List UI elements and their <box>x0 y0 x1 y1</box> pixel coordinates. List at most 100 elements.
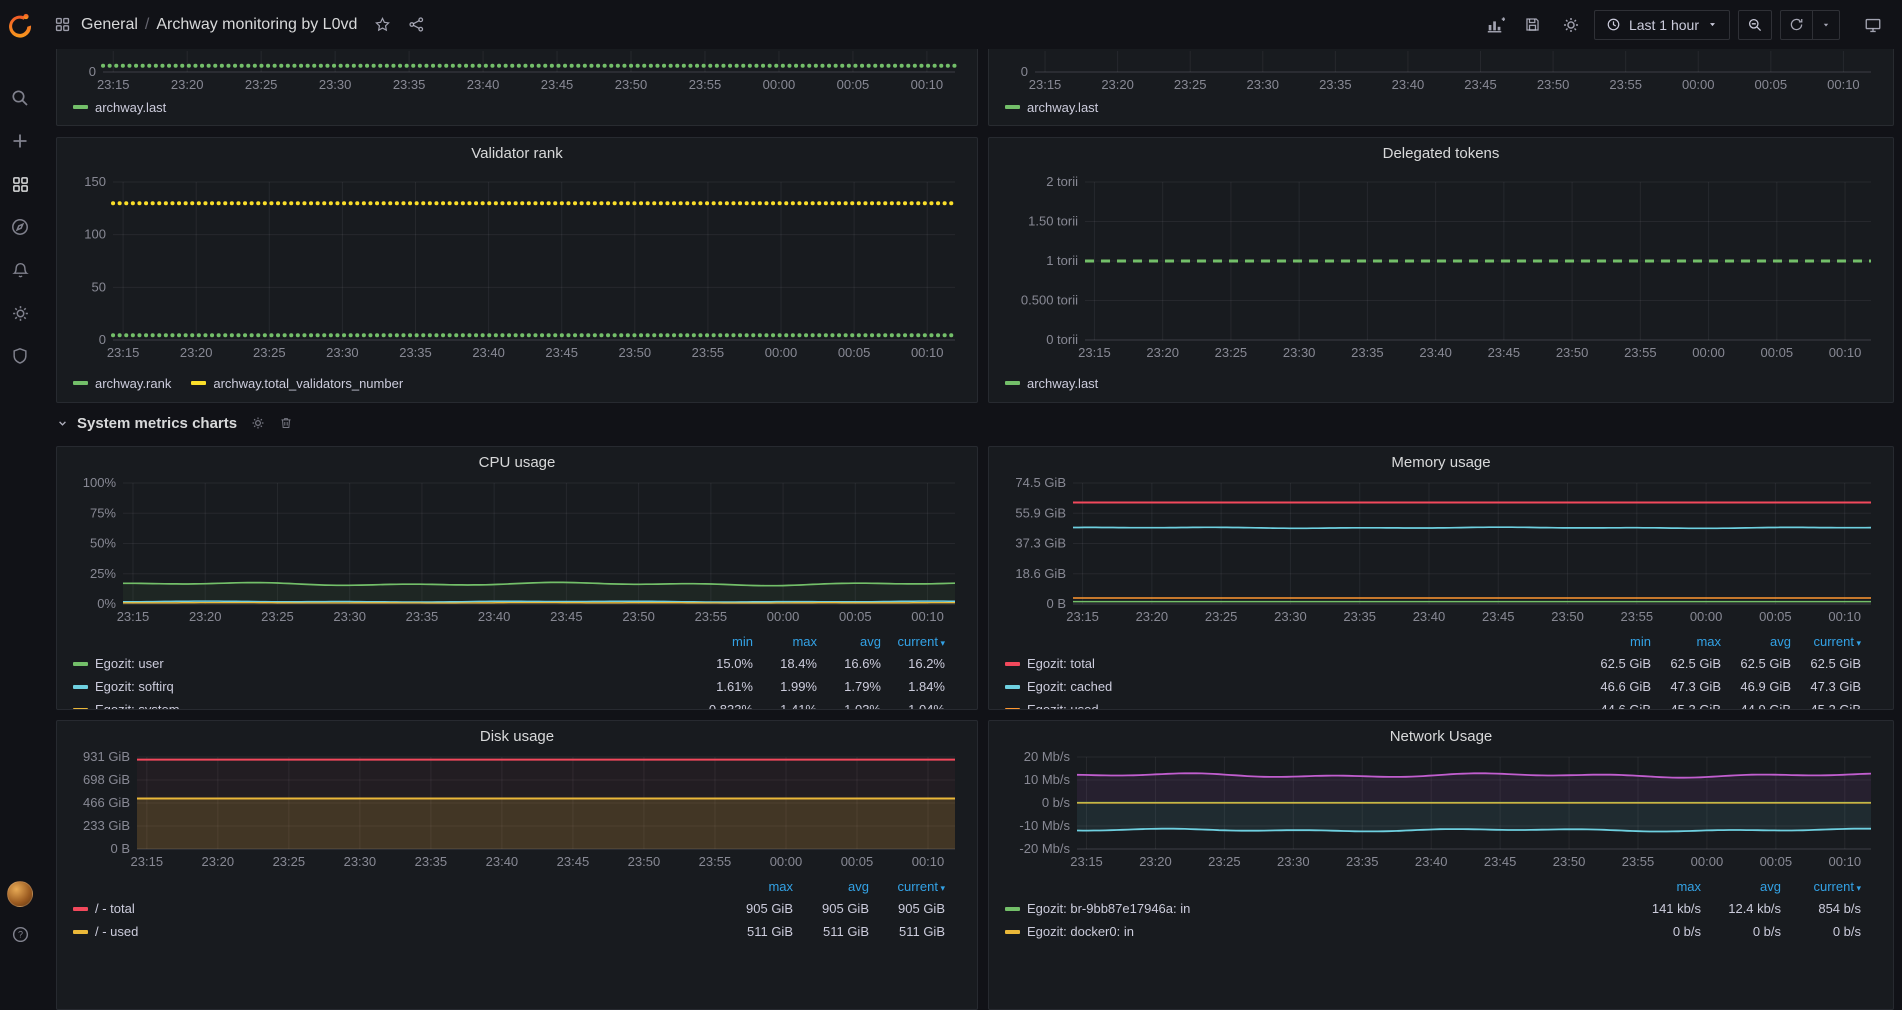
zoom-out-button[interactable] <box>1738 10 1772 40</box>
legend-value: 47.3 GiB <box>1791 679 1861 694</box>
svg-text:?: ? <box>17 929 22 939</box>
legend-value: 47.3 GiB <box>1651 679 1721 694</box>
legend-label[interactable]: Egozit: used <box>1027 702 1099 709</box>
chart-plot[interactable]: -20 Mb/s-10 Mb/s0 b/s10 Mb/s20 Mb/s23:15… <box>1001 749 1881 871</box>
legend-swatch <box>73 662 88 666</box>
legend-value: 46.6 GiB <box>1581 679 1651 694</box>
panel-title[interactable]: Network Usage <box>1001 725 1881 749</box>
chart-plot[interactable]: 0 B18.6 GiB37.3 GiB55.9 GiB74.5 GiB23:15… <box>1001 475 1881 626</box>
legend-label[interactable]: Egozit: cached <box>1027 679 1112 694</box>
refresh-icon[interactable] <box>1781 11 1812 39</box>
legend-label[interactable]: / - total <box>95 901 135 916</box>
legend-col-avg[interactable]: avg <box>1701 879 1781 894</box>
chart-plot[interactable]: 05010015023:1523:2023:2523:3023:3523:402… <box>69 166 965 362</box>
legend-swatch <box>73 907 88 911</box>
legend-col-current[interactable]: current ▾ <box>869 879 945 894</box>
dashboard-settings-gear-icon[interactable] <box>1556 10 1586 40</box>
alerting-bell-icon[interactable] <box>0 250 40 290</box>
grafana-logo[interactable] <box>0 4 40 44</box>
legend-label[interactable]: / - used <box>95 924 138 939</box>
configuration-gear-icon[interactable] <box>0 293 40 333</box>
legend-col-avg[interactable]: avg <box>793 879 869 894</box>
legend-label[interactable]: archway.total_validators_number <box>213 376 403 391</box>
legend-swatch <box>73 105 88 109</box>
refresh-interval-caret-icon[interactable] <box>1812 11 1839 39</box>
legend-item[interactable]: archway.last <box>1005 100 1098 115</box>
breadcrumb-dashboard-title[interactable]: Archway monitoring by L0vd <box>156 16 357 34</box>
legend-col-current[interactable]: current ▾ <box>1791 634 1861 649</box>
save-dashboard-icon[interactable] <box>1518 10 1548 40</box>
time-range-picker[interactable]: Last 1 hour <box>1594 10 1730 40</box>
panel-title[interactable]: Delegated tokens <box>1001 142 1881 166</box>
svg-text:23:20: 23:20 <box>1146 345 1179 360</box>
legend-col-max[interactable]: max <box>753 634 817 649</box>
legend-label[interactable]: Egozit: softirq <box>95 679 174 694</box>
legend-item[interactable]: archway.last <box>73 100 166 115</box>
chart-plot[interactable]: 023:1523:2023:2523:3023:3523:4023:4523:5… <box>69 49 965 94</box>
legend-label[interactable]: archway.rank <box>95 376 171 391</box>
svg-text:23:35: 23:35 <box>1343 609 1376 624</box>
legend-item[interactable]: archway.rank <box>73 376 171 391</box>
legend-label[interactable]: Egozit: br-9bb87e17946a: in <box>1027 901 1190 916</box>
legend-col-avg[interactable]: avg <box>817 634 881 649</box>
legend-col-current[interactable]: current ▾ <box>881 634 945 649</box>
legend-col-min[interactable]: min <box>1581 634 1651 649</box>
svg-text:23:30: 23:30 <box>333 609 366 624</box>
panel-title[interactable]: CPU usage <box>69 451 965 475</box>
svg-text:23:40: 23:40 <box>1419 345 1452 360</box>
legend-value: 1.84% <box>881 679 945 694</box>
row-system-metrics[interactable]: System metrics charts <box>56 410 293 436</box>
breadcrumb-section[interactable]: General <box>81 16 138 34</box>
chart-plot[interactable]: 0 torii0.500 torii1 torii1.50 torii2 tor… <box>1001 166 1881 362</box>
admin-shield-icon[interactable] <box>0 336 40 376</box>
legend-label[interactable]: Egozit: system <box>95 702 180 709</box>
svg-text:75%: 75% <box>90 505 116 520</box>
legend-header: maxavgcurrent ▾ <box>69 875 945 897</box>
legend-col-avg[interactable]: avg <box>1721 634 1791 649</box>
cycle-view-monitor-icon[interactable] <box>1858 10 1888 40</box>
legend-value: 1.79% <box>817 679 881 694</box>
legend-header: maxavgcurrent ▾ <box>1001 875 1861 897</box>
legend-value: 1.03% <box>817 702 881 709</box>
chart-plot[interactable]: 023:1523:2023:2523:3023:3523:4023:4523:5… <box>1001 49 1881 94</box>
legend-col-max[interactable]: max <box>1651 634 1721 649</box>
legend-label[interactable]: archway.last <box>1027 100 1098 115</box>
svg-text:0%: 0% <box>97 596 116 611</box>
add-icon[interactable] <box>0 121 40 161</box>
refresh-control <box>1780 10 1840 40</box>
legend-label[interactable]: Egozit: user <box>95 656 164 671</box>
star-icon[interactable] <box>367 10 397 40</box>
row-settings-gear-icon[interactable] <box>251 416 265 430</box>
share-icon[interactable] <box>401 10 431 40</box>
svg-text:00:10: 00:10 <box>1829 345 1862 360</box>
legend-label[interactable]: archway.last <box>1027 376 1098 391</box>
explore-compass-icon[interactable] <box>0 207 40 247</box>
add-panel-icon[interactable] <box>1480 10 1510 40</box>
legend-col-min[interactable]: min <box>689 634 753 649</box>
legend-item[interactable]: archway.total_validators_number <box>191 376 403 391</box>
panel-title[interactable]: Validator rank <box>69 142 965 166</box>
svg-text:23:25: 23:25 <box>253 345 286 360</box>
legend-col-max[interactable]: max <box>1621 879 1701 894</box>
svg-text:23:40: 23:40 <box>1392 77 1425 92</box>
dashboards-icon[interactable] <box>0 164 40 204</box>
legend-item[interactable]: archway.last <box>1005 376 1098 391</box>
legend-col-current[interactable]: current ▾ <box>1781 879 1861 894</box>
legend-label[interactable]: archway.last <box>95 100 166 115</box>
search-icon[interactable] <box>0 78 40 118</box>
panel-cpu-usage: CPU usage 0%25%50%75%100%23:1523:2023:25… <box>56 446 978 710</box>
panel-title[interactable]: Disk usage <box>69 725 965 749</box>
help-icon[interactable]: ? <box>0 914 40 954</box>
svg-text:23:35: 23:35 <box>1319 77 1352 92</box>
user-avatar[interactable] <box>0 874 40 914</box>
svg-text:233 GiB: 233 GiB <box>83 818 130 833</box>
row-delete-trash-icon[interactable] <box>279 416 293 430</box>
chart-plot[interactable]: 0%25%50%75%100%23:1523:2023:2523:3023:35… <box>69 475 965 626</box>
panel-title[interactable]: Memory usage <box>1001 451 1881 475</box>
chevron-down-icon[interactable] <box>56 417 69 430</box>
legend-label[interactable]: Egozit: docker0: in <box>1027 924 1134 939</box>
legend-label[interactable]: Egozit: total <box>1027 656 1095 671</box>
row-title[interactable]: System metrics charts <box>77 415 237 432</box>
legend-col-max[interactable]: max <box>717 879 793 894</box>
chart-plot[interactable]: 0 B233 GiB466 GiB698 GiB931 GiB23:1523:2… <box>69 749 965 871</box>
